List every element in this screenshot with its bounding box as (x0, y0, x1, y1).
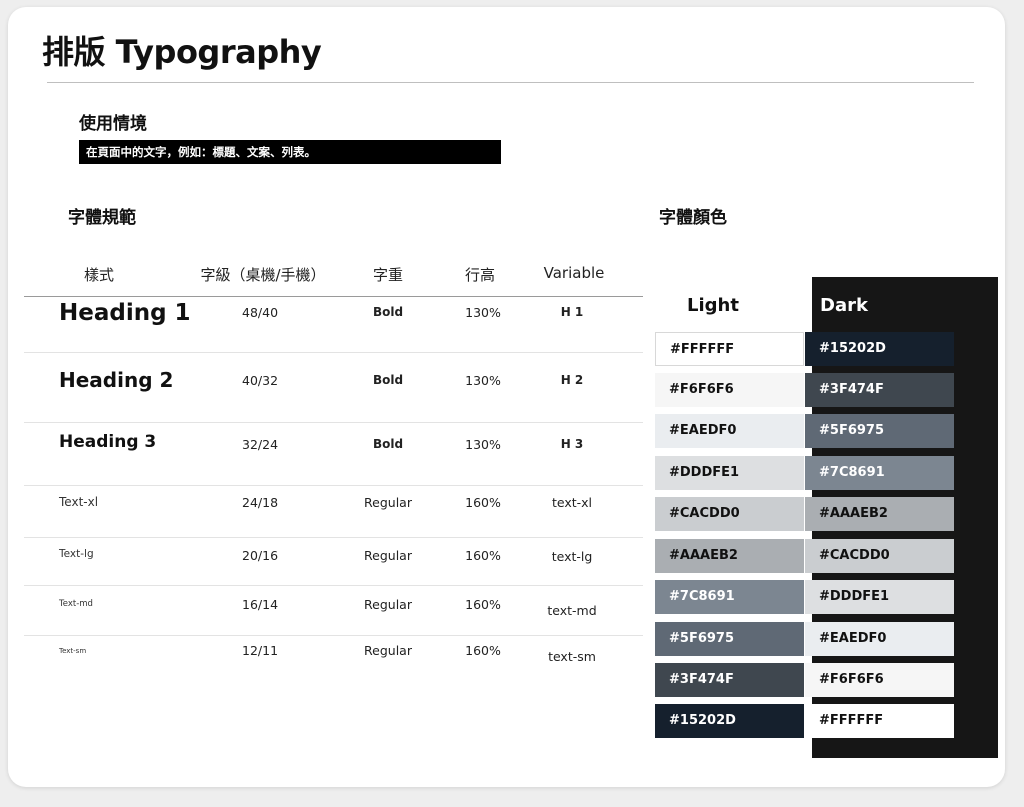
light-color-swatch: #FFFFFF (655, 332, 804, 366)
light-color-swatch: #15202D (655, 704, 804, 738)
cell-line-height: 160% (465, 548, 501, 563)
cell-weight: Regular (364, 548, 412, 563)
light-color-swatch: #AAAEB2 (655, 539, 804, 573)
col-header-size: 字級（桌機/手機） (200, 266, 326, 284)
dark-color-swatch: #5F6975 (805, 414, 954, 448)
dark-color-swatch: #7C8691 (805, 456, 954, 490)
cell-style: Text-md (59, 599, 93, 609)
dark-color-swatch: #3F474F (805, 373, 954, 407)
dark-color-swatch: #CACDD0 (805, 539, 954, 573)
title-divider (47, 82, 974, 83)
row-divider (24, 422, 643, 423)
light-color-swatch: #CACDD0 (655, 497, 804, 531)
dark-color-swatch: #EAEDF0 (805, 622, 954, 656)
light-color-swatch: #5F6975 (655, 622, 804, 656)
cell-weight: Bold (372, 437, 404, 451)
cell-variable: H 2 (560, 373, 584, 387)
dark-color-swatch: #15202D (805, 332, 954, 366)
cell-size: 12/11 (242, 643, 279, 658)
cell-variable: text-md (547, 603, 597, 618)
col-header-weight: 字重 (372, 266, 404, 284)
cell-line-height: 130% (465, 437, 501, 452)
dark-color-swatch: #F6F6F6 (805, 663, 954, 697)
cell-style: Heading 3 (59, 432, 157, 452)
cell-line-height: 160% (465, 597, 501, 612)
page-title: 排版 Typography (42, 33, 322, 71)
table-header-rule (24, 296, 643, 297)
usage-heading: 使用情境 (79, 114, 147, 134)
dark-color-swatch: #DDDFE1 (805, 580, 954, 614)
light-color-swatch: #3F474F (655, 663, 804, 697)
cell-variable: text-lg (551, 549, 593, 564)
cell-variable: text-xl (551, 495, 593, 510)
color-heading: 字體顏色 (659, 208, 727, 228)
cell-size: 32/24 (242, 437, 279, 452)
row-divider (24, 485, 643, 486)
cell-size: 16/14 (242, 597, 279, 612)
cell-variable: H 1 (560, 305, 584, 319)
cell-style: Heading 1 (59, 300, 191, 326)
cell-style: Text-sm (59, 647, 87, 655)
row-divider (24, 537, 643, 538)
cell-style: Text-lg (59, 548, 94, 560)
cell-style: Text-xl (59, 495, 99, 509)
dark-color-swatch: #AAAEB2 (805, 497, 954, 531)
cell-size: 20/16 (242, 548, 279, 563)
col-header-line-height: 行高 (464, 266, 496, 284)
col-header-style: 樣式 (83, 266, 115, 284)
cell-weight: Regular (364, 495, 412, 510)
light-color-swatch: #F6F6F6 (655, 373, 804, 407)
cell-weight: Regular (364, 597, 412, 612)
cell-line-height: 160% (465, 495, 501, 510)
col-header-variable: Variable (543, 264, 605, 282)
cell-weight: Bold (372, 305, 404, 319)
cell-variable: H 3 (560, 437, 584, 451)
dark-color-swatch: #FFFFFF (805, 704, 954, 738)
light-color-swatch: #7C8691 (655, 580, 804, 614)
light-label: Light (687, 295, 739, 316)
typography-card: 排版 Typography 使用情境 在頁面中的文字，例如：標題、文案、列表。 … (8, 7, 1005, 787)
dark-label: Dark (820, 295, 868, 316)
cell-size: 24/18 (242, 495, 279, 510)
cell-line-height: 130% (465, 305, 501, 320)
cell-weight: Bold (372, 373, 404, 387)
cell-line-height: 130% (465, 373, 501, 388)
light-color-swatch: #DDDFE1 (655, 456, 804, 490)
usage-description: 在頁面中的文字，例如：標題、文案、列表。 (79, 140, 501, 164)
row-divider (24, 635, 643, 636)
light-color-swatch: #EAEDF0 (655, 414, 804, 448)
cell-weight: Regular (364, 643, 412, 658)
spec-heading: 字體規範 (68, 208, 136, 228)
cell-size: 48/40 (242, 305, 279, 320)
row-divider (24, 585, 643, 586)
cell-variable: text-sm (548, 649, 596, 664)
cell-line-height: 160% (465, 643, 501, 658)
cell-style: Heading 2 (59, 368, 174, 392)
row-divider (24, 352, 643, 353)
cell-size: 40/32 (242, 373, 279, 388)
